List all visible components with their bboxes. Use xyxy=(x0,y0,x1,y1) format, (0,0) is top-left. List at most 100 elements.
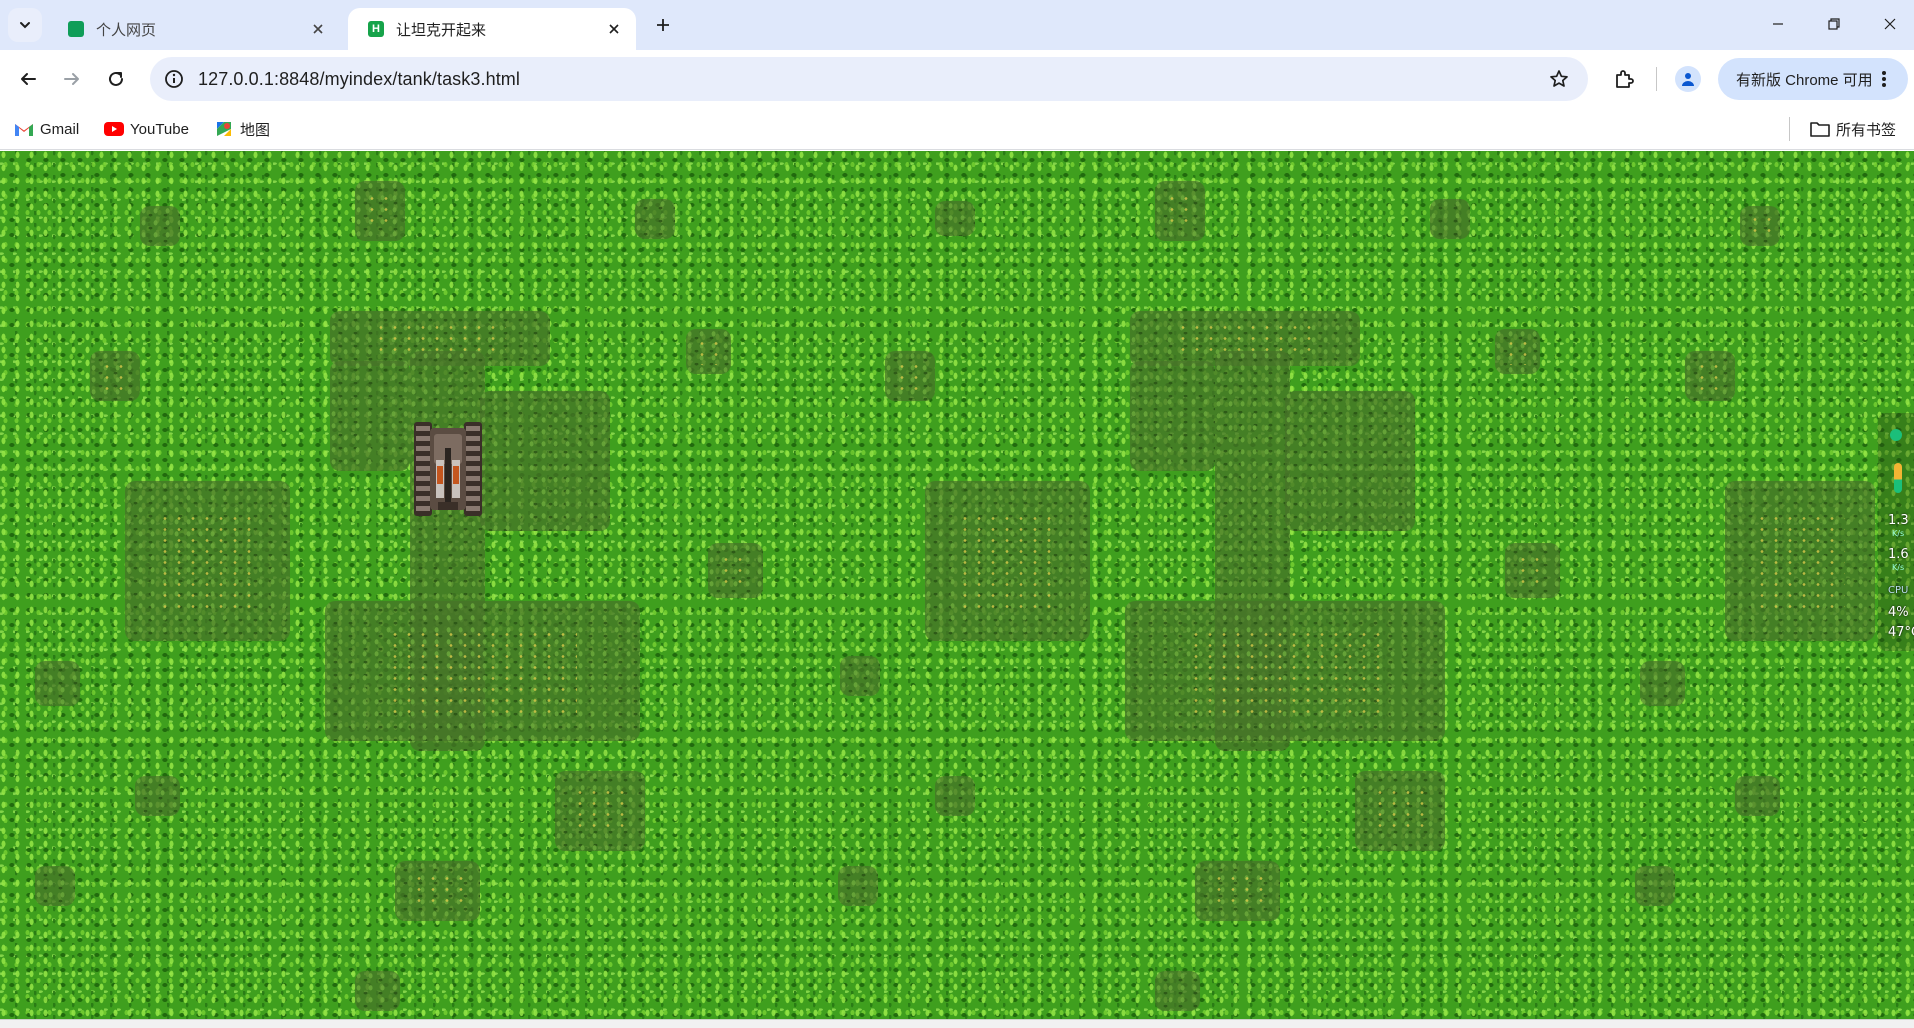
extensions-button[interactable] xyxy=(1606,61,1642,97)
grass-patch xyxy=(686,329,731,374)
folder-icon xyxy=(1810,120,1830,138)
grass-patch xyxy=(330,361,410,471)
arrow-right-icon xyxy=(64,73,79,85)
grass-patch xyxy=(1740,206,1780,246)
back-button[interactable] xyxy=(10,61,46,97)
grass-patch xyxy=(90,351,140,401)
horizontal-scrollbar[interactable] xyxy=(0,1019,1914,1028)
hbuilder-favicon-icon: H xyxy=(368,21,384,37)
profile-button[interactable] xyxy=(1670,61,1706,97)
minimize-button[interactable] xyxy=(1750,0,1806,48)
restore-icon xyxy=(1828,18,1840,30)
gmail-icon xyxy=(14,120,34,138)
reload-icon xyxy=(109,71,123,86)
new-tab-button[interactable] xyxy=(648,10,678,40)
grass-patch xyxy=(1725,481,1875,641)
all-bookmarks-button[interactable]: 所有书签 xyxy=(1810,118,1896,140)
grass-patch xyxy=(35,866,75,906)
more-menu-icon[interactable] xyxy=(1872,67,1896,91)
grass-patch xyxy=(1155,181,1205,241)
site-info-icon[interactable] xyxy=(160,65,188,93)
cpu-usage: 4% xyxy=(1888,605,1909,620)
grass-patch xyxy=(480,391,610,531)
grass-patch xyxy=(935,776,975,816)
game-canvas[interactable]: 1.3 K/s 1.6 K/s CPU 4% 47°C xyxy=(0,151,1914,1019)
grass-patch xyxy=(1430,199,1470,239)
bookmark-label: 地图 xyxy=(240,121,271,139)
grass-patch xyxy=(935,201,975,236)
grass-patch xyxy=(840,656,880,696)
bookmarks-separator xyxy=(1789,117,1790,141)
grass-patch xyxy=(925,481,1090,641)
bookmark-label: YouTube xyxy=(130,120,189,138)
tab-search-button[interactable] xyxy=(8,8,42,42)
upload-speed: 1.3 xyxy=(1888,513,1909,528)
memory-bar xyxy=(1894,463,1902,493)
reload-button[interactable] xyxy=(98,61,134,97)
grass-patch xyxy=(1355,771,1445,851)
grass-patch xyxy=(140,206,180,246)
grass-patch xyxy=(1125,601,1445,741)
download-unit: K/s xyxy=(1892,563,1905,572)
grass-patch xyxy=(1155,971,1200,1011)
grass-patch xyxy=(885,351,935,401)
download-speed: 1.6 xyxy=(1888,547,1909,562)
tab-title: 让坦克开起来 xyxy=(396,21,487,39)
minimize-icon xyxy=(1773,23,1783,25)
toolbar-separator xyxy=(1656,67,1657,91)
grass-patch xyxy=(35,661,80,706)
grass-patch xyxy=(1495,329,1540,374)
youtube-icon xyxy=(104,120,124,138)
all-bookmarks-label: 所有书签 xyxy=(1836,121,1897,139)
grass-patch xyxy=(395,861,480,921)
tab-strip: 个人网页 H 让坦克开起来 xyxy=(0,0,1914,50)
tab-personal-page[interactable]: 个人网页 xyxy=(48,8,340,50)
person-icon xyxy=(1682,73,1694,86)
bookmark-star-icon[interactable] xyxy=(1546,66,1572,92)
update-chrome-button[interactable]: 有新版 Chrome 可用 xyxy=(1718,58,1908,100)
address-bar[interactable]: 127.0.0.1:8848/myindex/tank/task3.html xyxy=(150,57,1588,101)
page-favicon-icon xyxy=(68,21,84,37)
puzzle-icon xyxy=(1616,70,1634,88)
avatar xyxy=(1675,66,1701,92)
grass-patch xyxy=(355,181,405,241)
tab-title: 个人网页 xyxy=(96,21,157,39)
bookmark-label: Gmail xyxy=(40,120,80,138)
bookmarks-bar: Gmail YouTube 地图 所有书签 xyxy=(0,108,1914,150)
grass-patch xyxy=(555,771,645,851)
cpu-label: CPU xyxy=(1888,585,1909,596)
close-icon[interactable] xyxy=(306,17,330,41)
bookmark-youtube[interactable]: YouTube xyxy=(104,118,189,140)
bookmark-gmail[interactable]: Gmail xyxy=(14,118,79,140)
tab-tank-game[interactable]: H 让坦克开起来 xyxy=(348,8,636,50)
grass-patch xyxy=(838,866,878,906)
grass-patch xyxy=(1635,866,1675,906)
url-text[interactable]: 127.0.0.1:8848/myindex/tank/task3.html xyxy=(198,69,520,90)
close-window-button[interactable] xyxy=(1862,0,1914,48)
grass-patch xyxy=(135,776,180,816)
grass-patch xyxy=(1685,351,1735,401)
close-icon xyxy=(1884,18,1896,30)
grass-patch xyxy=(1285,391,1415,531)
cpu-temp: 47°C xyxy=(1888,625,1914,640)
toolbar: 127.0.0.1:8848/myindex/tank/task3.html 有… xyxy=(0,50,1914,108)
grass-patch xyxy=(708,543,763,598)
plus-icon xyxy=(657,19,669,31)
grass-patch xyxy=(1130,361,1215,471)
player-tank[interactable] xyxy=(412,418,484,520)
grass-patch xyxy=(125,481,290,641)
grass-patch xyxy=(1640,661,1685,706)
grass-patch xyxy=(355,971,400,1011)
grass-patch xyxy=(1735,776,1780,816)
close-icon[interactable] xyxy=(602,17,626,41)
maps-icon xyxy=(214,120,234,138)
system-monitor-widget[interactable]: 1.3 K/s 1.6 K/s CPU 4% 47°C xyxy=(1878,413,1914,651)
update-label: 有新版 Chrome 可用 xyxy=(1736,71,1873,89)
grass-patch xyxy=(1195,861,1280,921)
grass-patch xyxy=(325,601,640,741)
restore-button[interactable] xyxy=(1806,0,1862,48)
status-led xyxy=(1890,429,1902,441)
forward-button[interactable] xyxy=(54,61,90,97)
upload-unit: K/s xyxy=(1892,529,1905,538)
bookmark-maps[interactable]: 地图 xyxy=(214,118,270,140)
